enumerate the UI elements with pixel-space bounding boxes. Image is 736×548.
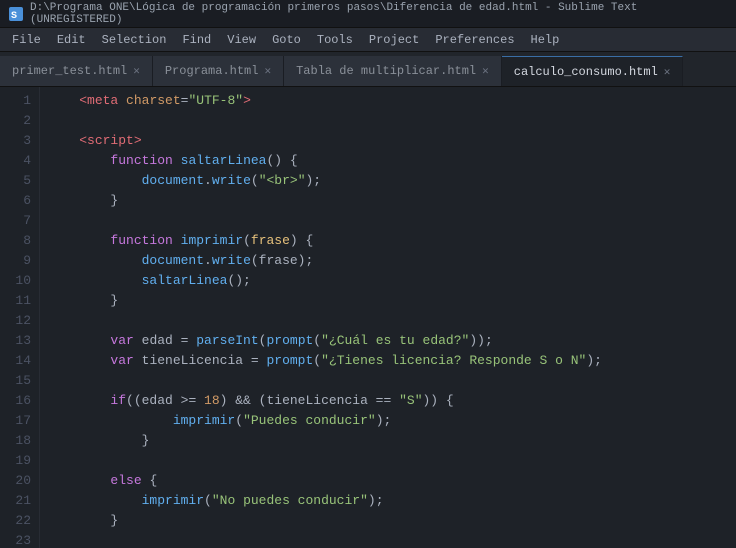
code-line-6: } — [48, 191, 728, 211]
code-line-9: document.write(frase); — [48, 251, 728, 271]
code-line-19 — [48, 451, 728, 471]
code-line-2 — [48, 111, 728, 131]
line-num-4: 4 — [4, 151, 31, 171]
tab-primer-test[interactable]: primer_test.html ✕ — [0, 56, 153, 86]
line-num-17: 17 — [4, 411, 31, 431]
tab-programa[interactable]: Programa.html ✕ — [153, 56, 284, 86]
tab-close-icon[interactable]: ✕ — [664, 65, 671, 79]
line-num-9: 9 — [4, 251, 31, 271]
line-num-19: 19 — [4, 451, 31, 471]
line-num-7: 7 — [4, 211, 31, 231]
tab-close-icon[interactable]: ✕ — [482, 64, 489, 78]
line-num-23: 23 — [4, 531, 31, 548]
code-area[interactable]: 1 2 3 4 5 6 7 8 9 10 11 12 13 14 15 16 1… — [0, 87, 736, 548]
svg-text:S: S — [11, 11, 17, 22]
code-line-20: else { — [48, 471, 728, 491]
line-num-2: 2 — [4, 111, 31, 131]
menu-bar: File Edit Selection Find View Goto Tools… — [0, 28, 736, 52]
code-editor[interactable]: <meta charset="UTF-8"> <script> function… — [40, 87, 736, 548]
menu-find[interactable]: Find — [174, 31, 219, 49]
code-line-21: imprimir("No puedes conducir"); — [48, 491, 728, 511]
code-line-12 — [48, 311, 728, 331]
menu-goto[interactable]: Goto — [264, 31, 309, 49]
line-num-6: 6 — [4, 191, 31, 211]
code-line-22: } — [48, 511, 728, 531]
line-num-21: 21 — [4, 491, 31, 511]
line-num-1: 1 — [4, 91, 31, 111]
line-num-10: 10 — [4, 271, 31, 291]
code-line-17: imprimir("Puedes conducir"); — [48, 411, 728, 431]
code-line-4: function saltarLinea() { — [48, 151, 728, 171]
code-line-7 — [48, 211, 728, 231]
code-line-1: <meta charset="UTF-8"> — [48, 91, 728, 111]
line-num-8: 8 — [4, 231, 31, 251]
tab-close-icon[interactable]: ✕ — [133, 64, 140, 78]
code-line-11: } — [48, 291, 728, 311]
tab-close-icon[interactable]: ✕ — [264, 64, 271, 78]
code-line-14: var tieneLicencia = prompt("¿Tienes lice… — [48, 351, 728, 371]
code-line-15 — [48, 371, 728, 391]
code-line-23 — [48, 531, 728, 548]
line-num-20: 20 — [4, 471, 31, 491]
menu-file[interactable]: File — [4, 31, 49, 49]
menu-preferences[interactable]: Preferences — [427, 31, 522, 49]
code-line-3: <script> — [48, 131, 728, 151]
code-line-8: function imprimir(frase) { — [48, 231, 728, 251]
tab-label: primer_test.html — [12, 64, 127, 78]
line-num-15: 15 — [4, 371, 31, 391]
line-num-16: 16 — [4, 391, 31, 411]
tab-label: Tabla de multiplicar.html — [296, 64, 476, 78]
menu-edit[interactable]: Edit — [49, 31, 94, 49]
line-num-18: 18 — [4, 431, 31, 451]
menu-tools[interactable]: Tools — [309, 31, 361, 49]
menu-selection[interactable]: Selection — [94, 31, 175, 49]
tab-label: calculo_consumo.html — [514, 65, 658, 79]
line-num-3: 3 — [4, 131, 31, 151]
line-numbers: 1 2 3 4 5 6 7 8 9 10 11 12 13 14 15 16 1… — [0, 87, 40, 548]
app-icon: S — [8, 6, 24, 22]
tab-calculo-consumo[interactable]: calculo_consumo.html ✕ — [502, 56, 684, 86]
code-line-18: } — [48, 431, 728, 451]
menu-help[interactable]: Help — [523, 31, 568, 49]
line-num-22: 22 — [4, 511, 31, 531]
tab-tabla-multiplicar[interactable]: Tabla de multiplicar.html ✕ — [284, 56, 502, 86]
tab-label: Programa.html — [165, 64, 259, 78]
menu-view[interactable]: View — [219, 31, 264, 49]
line-num-12: 12 — [4, 311, 31, 331]
line-num-5: 5 — [4, 171, 31, 191]
tab-bar: primer_test.html ✕ Programa.html ✕ Tabla… — [0, 52, 736, 87]
code-line-10: saltarLinea(); — [48, 271, 728, 291]
code-line-5: document.write("<br>"); — [48, 171, 728, 191]
line-num-11: 11 — [4, 291, 31, 311]
code-line-16: if((edad >= 18) && (tieneLicencia == "S"… — [48, 391, 728, 411]
line-num-13: 13 — [4, 331, 31, 351]
title-bar: S D:\Programa ONE\Lógica de programación… — [0, 0, 736, 28]
menu-project[interactable]: Project — [361, 31, 427, 49]
window-title: D:\Programa ONE\Lógica de programación p… — [30, 2, 728, 26]
line-num-14: 14 — [4, 351, 31, 371]
code-line-13: var edad = parseInt(prompt("¿Cuál es tu … — [48, 331, 728, 351]
